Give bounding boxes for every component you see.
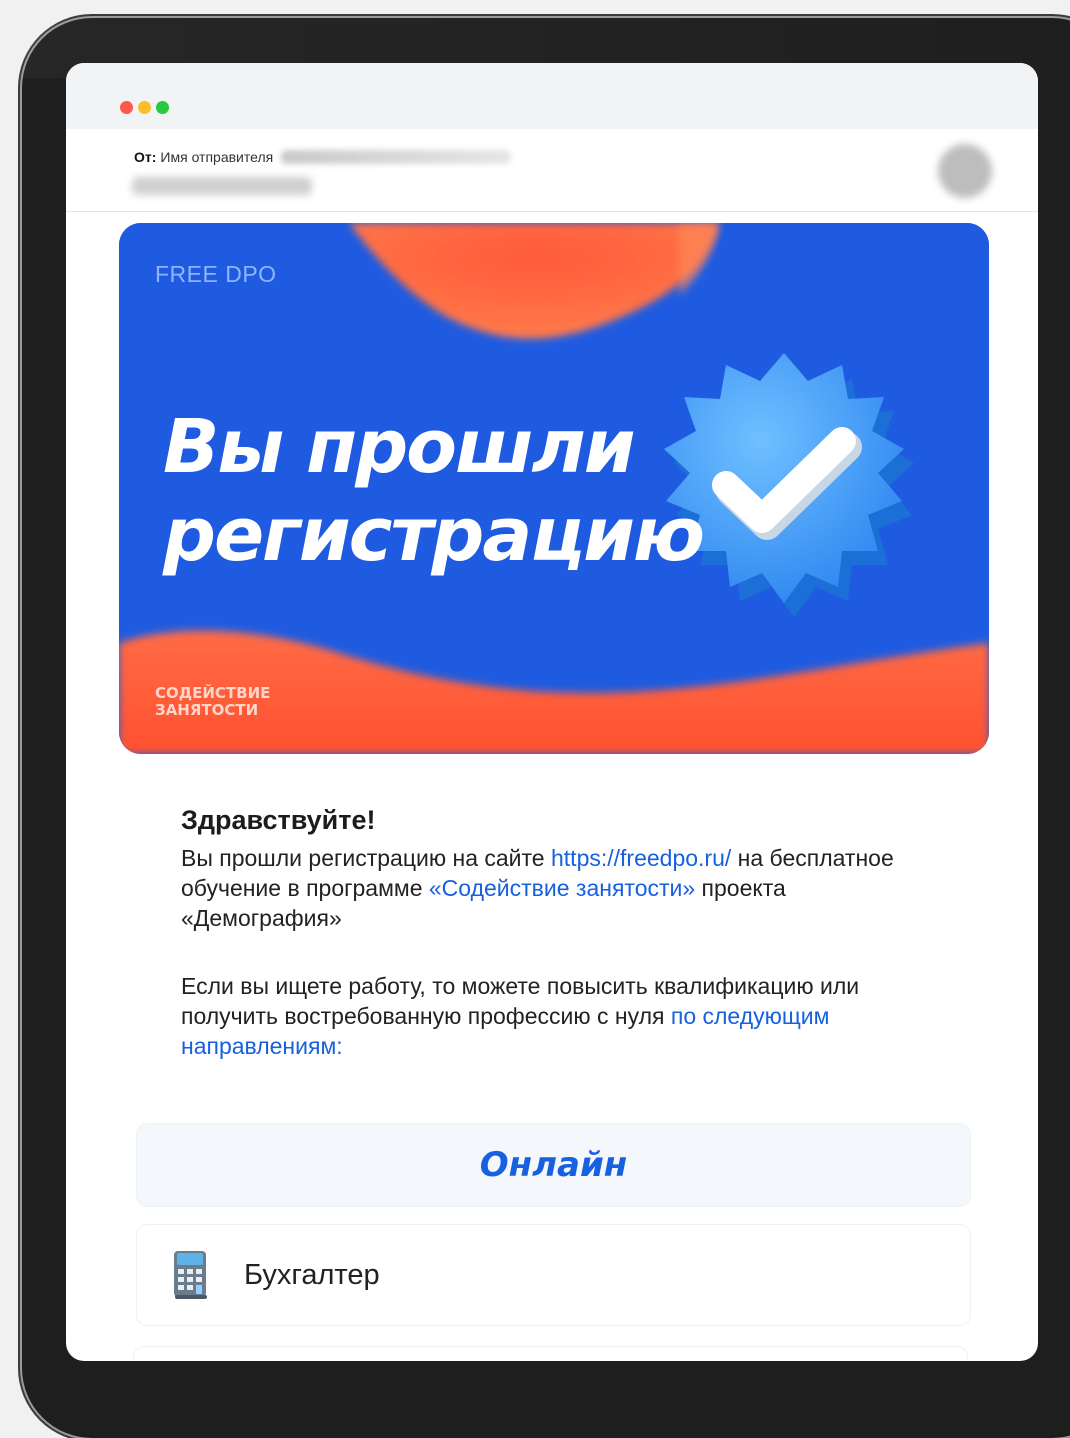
registration-paragraph: Вы прошли регистрацию на сайте https://f… [181, 843, 941, 933]
p1-text1: Вы прошли регистрацию на сайте [181, 845, 551, 871]
window-controls [120, 101, 169, 114]
banner-foot-line1: СОДЕЙСТВИЕ [155, 684, 271, 702]
close-window-button[interactable] [120, 101, 133, 114]
job-paragraph: Если вы ищете работу, то можете повысить… [181, 971, 941, 1061]
banner-program-label: СОДЕЙСТВИЕ ЗАНЯТОСТИ [155, 685, 305, 719]
course-label: Бухгалтер [244, 1259, 380, 1291]
hero-banner: FREE DPO Вы прошли регистрацию СОДЕЙСТВИ… [119, 223, 989, 754]
calculator-icon [174, 1251, 207, 1299]
course-card-next[interactable] [134, 1347, 967, 1361]
avatar [938, 144, 992, 198]
minimize-window-button[interactable] [138, 101, 151, 114]
online-label: Онлайн [479, 1145, 628, 1185]
banner-title-line1: Вы прошли [163, 404, 636, 490]
banner-foot-line2: ЗАНЯТОСТИ [155, 701, 259, 719]
email-screen: От: Имя отправителя FREE DPO Вы прошли р… [66, 63, 1038, 1361]
from-label: От: [134, 149, 157, 165]
mail-header: От: Имя отправителя [66, 129, 1038, 212]
site-link[interactable]: https://freedpo.ru/ [551, 845, 731, 871]
maximize-window-button[interactable] [156, 101, 169, 114]
email-body: Здравствуйте! Вы прошли регистрацию на с… [181, 805, 941, 1061]
course-card-accountant[interactable]: Бухгалтер [137, 1225, 970, 1325]
program-link[interactable]: «Содействие занятости» [429, 875, 695, 901]
subject-redacted [132, 177, 312, 195]
banner-title-line2: регистрацию [163, 492, 705, 578]
online-section-header: Онлайн [137, 1124, 970, 1206]
banner-title: Вы прошли регистрацию [163, 403, 723, 579]
greeting: Здравствуйте! [181, 805, 376, 835]
sender-name: Имя отправителя [160, 149, 274, 165]
sender-email-redacted [281, 150, 512, 164]
banner-brand: FREE DPO [155, 261, 277, 287]
from-line: От: Имя отправителя [134, 149, 512, 165]
window-titlebar [66, 63, 1038, 129]
